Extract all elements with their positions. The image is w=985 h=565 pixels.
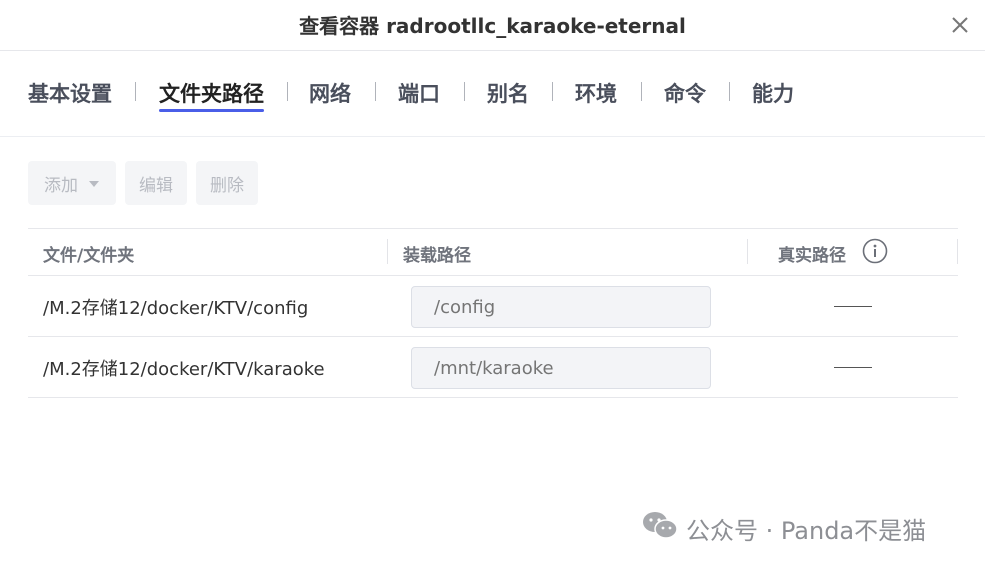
tab-command[interactable]: 命令 <box>664 78 706 108</box>
watermark: 公众号 · Panda不是猫 <box>642 510 926 546</box>
folder-path: /M.2存储12/docker/KTV/karaoke <box>43 359 325 380</box>
mount-path-input[interactable] <box>411 286 711 328</box>
tab-separator <box>552 82 553 101</box>
header-real-path: 真实路径 <box>778 246 846 266</box>
dialog-title: 查看容器 radrootllc_karaoke-eternal <box>299 14 686 38</box>
table-row: /M.2存储12/docker/KTV/config <box>28 276 958 337</box>
tab-environment[interactable]: 环境 <box>575 78 617 108</box>
tab-bar: 基本设置 文件夹路径 网络 端口 别名 环境 命令 能力 <box>0 51 985 137</box>
mount-path-input[interactable] <box>411 347 711 389</box>
header-separator <box>747 239 748 264</box>
tab-aliases[interactable]: 别名 <box>487 78 529 108</box>
dialog-header: 查看容器 radrootllc_karaoke-eternal <box>0 0 985 51</box>
tab-separator <box>135 82 136 101</box>
chevron-down-icon <box>88 173 100 193</box>
header-mount-path: 装载路径 <box>403 246 471 266</box>
add-button-label: 添加 <box>44 175 78 196</box>
tab-separator <box>729 82 730 101</box>
table-header: 文件/文件夹 装载路径 真实路径 <box>28 228 958 276</box>
tab-separator <box>375 82 376 101</box>
table-row: /M.2存储12/docker/KTV/karaoke <box>28 337 958 398</box>
tab-separator <box>464 82 465 101</box>
wechat-icon <box>642 510 678 546</box>
tab-separator <box>287 82 288 101</box>
header-separator <box>387 239 388 264</box>
tab-ports[interactable]: 端口 <box>398 78 440 108</box>
info-icon[interactable] <box>862 238 888 264</box>
active-tab-indicator <box>159 109 264 112</box>
real-path-empty <box>834 306 872 307</box>
folder-path: /M.2存储12/docker/KTV/config <box>43 298 309 319</box>
delete-button[interactable]: 删除 <box>196 161 258 205</box>
watermark-text: 公众号 · Panda不是猫 <box>686 516 927 545</box>
header-separator <box>957 239 958 264</box>
folder-path-table: 文件/文件夹 装载路径 真实路径 /M.2存储12/docker/KTV/con… <box>28 228 958 398</box>
real-path-empty <box>834 367 872 368</box>
edit-button-label: 编辑 <box>139 175 173 196</box>
close-icon[interactable] <box>949 14 971 36</box>
tab-folder-paths[interactable]: 文件夹路径 <box>159 78 264 108</box>
tab-basic-settings[interactable]: 基本设置 <box>28 78 112 108</box>
tab-network[interactable]: 网络 <box>309 78 351 108</box>
header-folder: 文件/文件夹 <box>43 246 135 266</box>
tab-separator <box>641 82 642 101</box>
edit-button[interactable]: 编辑 <box>125 161 187 205</box>
add-button[interactable]: 添加 <box>28 161 116 205</box>
delete-button-label: 删除 <box>210 175 244 196</box>
tab-capabilities[interactable]: 能力 <box>752 78 794 108</box>
